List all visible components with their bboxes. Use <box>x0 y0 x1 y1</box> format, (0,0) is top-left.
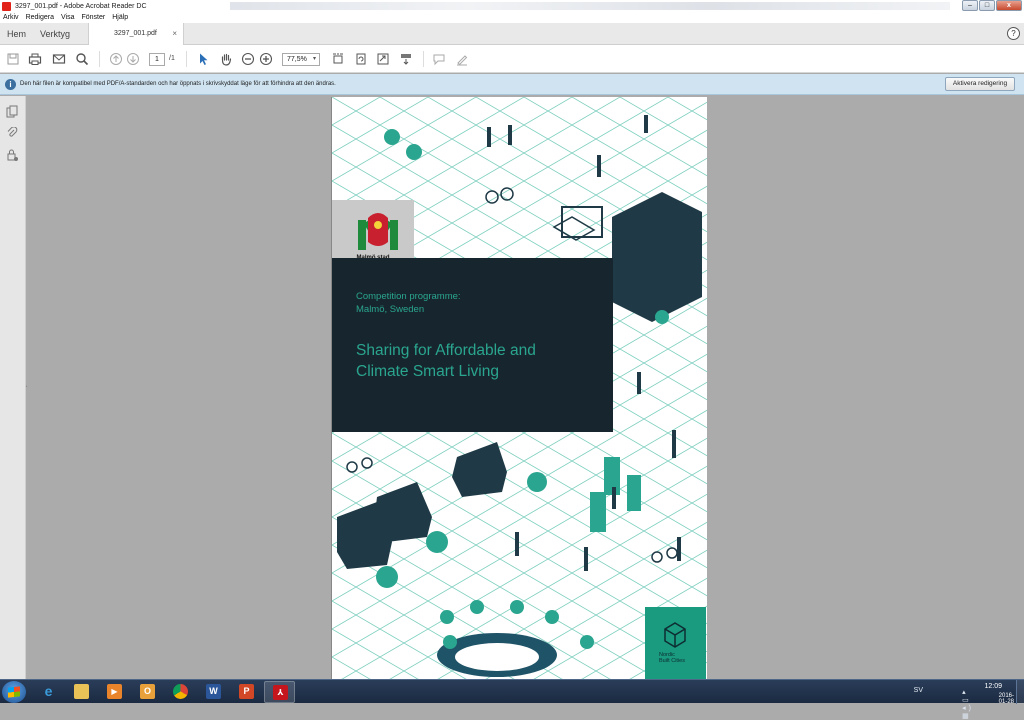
internet-explorer-icon: e <box>44 683 53 699</box>
page-number-input[interactable]: 1 <box>149 53 165 66</box>
zoom-level-select[interactable]: 77,5% ▾ <box>282 53 320 66</box>
tab-bar: Hem Verktyg 3297_001.pdf × ? <box>0 23 1024 45</box>
taskbar-word[interactable]: W <box>198 681 229 703</box>
cover-kicker: Competition programme: <box>356 291 461 302</box>
menu-fonster[interactable]: Fönster <box>81 14 105 21</box>
taskbar-file-explorer[interactable] <box>66 681 97 703</box>
sign-pen-icon[interactable] <box>455 52 469 66</box>
acrobat-app-icon <box>2 1 11 11</box>
taskbar-outlook[interactable]: O <box>132 681 163 703</box>
maximize-button[interactable]: □ <box>979 0 995 11</box>
word-icon: W <box>206 684 221 699</box>
tab-document-label: 3297_001.pdf <box>114 30 157 37</box>
cover-headline: Sharing for Affordable and Climate Smart… <box>356 340 606 382</box>
cover-headline-line2: Climate Smart Living <box>356 363 499 380</box>
pdf-page[interactable]: Malmö stad Competition programme: Malmö,… <box>331 97 707 680</box>
hand-tool-icon[interactable] <box>219 52 233 66</box>
zoom-in-icon[interactable] <box>259 52 273 66</box>
next-page-icon[interactable] <box>126 52 140 66</box>
scroll-mode-icon[interactable] <box>399 52 413 66</box>
page-thumbnails-icon[interactable] <box>6 105 19 118</box>
pdfa-info-bar: i Den här filen är kompatibel med PDF/A-… <box>0 74 1024 95</box>
nbc-line2: Built Cities <box>659 658 685 664</box>
attachments-icon[interactable] <box>6 126 19 140</box>
tab-home[interactable]: Hem <box>7 29 26 39</box>
taskbar-chrome[interactable] <box>165 681 196 703</box>
chrome-icon <box>173 684 188 699</box>
folder-icon <box>74 684 89 699</box>
cover-location: Malmö, Sweden <box>356 304 425 315</box>
tab-close-icon[interactable]: × <box>172 29 177 38</box>
menu-hjalp[interactable]: Hjälp <box>112 14 128 21</box>
taskbar-media-player[interactable]: ▶ <box>99 681 130 703</box>
menu-redigera[interactable]: Redigera <box>26 14 54 21</box>
tray-icons[interactable]: ▴ ▭ ◂) ▦ <box>962 688 974 720</box>
zoom-out-icon[interactable] <box>241 52 255 66</box>
play-icon: ▶ <box>107 684 122 699</box>
close-button[interactable]: x <box>996 0 1022 11</box>
nordic-built-cities-logo <box>645 607 706 680</box>
menu-visa[interactable]: Visa <box>61 14 75 21</box>
signatures-icon[interactable] <box>6 149 19 162</box>
select-cursor-icon[interactable] <box>196 52 210 66</box>
clock-date[interactable]: 2016-01-28 <box>999 693 1014 705</box>
window-controls: – □ x <box>962 0 1022 11</box>
show-desktop-button[interactable] <box>1016 680 1024 704</box>
taskbar-acrobat[interactable]: ⅄ <box>264 681 295 703</box>
page-total: /1 <box>169 55 175 62</box>
rotate-page-icon[interactable] <box>354 52 368 66</box>
windows-logo-icon <box>8 686 20 698</box>
chevron-down-icon: ▾ <box>312 56 316 62</box>
tab-document[interactable]: 3297_001.pdf × <box>88 23 184 45</box>
previous-page-icon[interactable] <box>109 52 123 66</box>
tab-tools[interactable]: Verktyg <box>40 29 70 39</box>
left-navigation-pane <box>0 96 26 679</box>
print-icon[interactable] <box>28 52 42 66</box>
save-icon[interactable] <box>6 52 20 66</box>
email-icon[interactable] <box>52 52 66 66</box>
title-bar: 3297_001.pdf - Adobe Acrobat Reader DC –… <box>0 0 1024 12</box>
window-title: 3297_001.pdf - Adobe Acrobat Reader DC <box>15 2 147 10</box>
clock-time[interactable]: 12:09 <box>984 683 1002 690</box>
zoom-level-value: 77,5% <box>287 56 307 63</box>
help-icon[interactable]: ? <box>1007 27 1020 40</box>
cover-headline-line1: Sharing for Affordable and <box>356 342 536 359</box>
fit-page-icon[interactable] <box>331 52 345 66</box>
start-button[interactable] <box>2 681 26 703</box>
blurred-background-title <box>230 2 950 10</box>
menu-arkiv[interactable]: Arkiv <box>3 14 19 21</box>
enable-editing-button[interactable]: Aktivera redigering <box>945 77 1015 91</box>
info-icon: i <box>5 79 16 90</box>
full-screen-icon[interactable] <box>376 52 390 66</box>
minimize-button[interactable]: – <box>962 0 978 11</box>
comment-icon[interactable] <box>432 52 446 66</box>
acrobat-icon: ⅄ <box>273 685 288 700</box>
taskbar-internet-explorer[interactable]: e <box>33 681 64 703</box>
info-message: Den här filen är kompatibel med PDF/A-st… <box>20 81 336 87</box>
language-indicator[interactable]: SV <box>914 687 923 694</box>
powerpoint-icon: P <box>239 684 254 699</box>
search-icon[interactable] <box>75 52 89 66</box>
taskbar-powerpoint[interactable]: P <box>231 681 262 703</box>
nordic-built-cities-icon <box>664 622 686 648</box>
menu-bar: Arkiv Redigera Visa Fönster Hjälp <box>0 12 1024 23</box>
windows-taskbar: e ▶ O W P ⅄ SV ▴ ▭ ◂) ▦ 12:09 2016-01-28 <box>0 679 1024 720</box>
toolbar: 1 /1 77,5% ▾ <box>0 45 1024 73</box>
outlook-icon: O <box>140 684 155 699</box>
acrobat-window: 3297_001.pdf - Adobe Acrobat Reader DC –… <box>0 0 1024 720</box>
nordic-built-cities-label: Nordic Built Cities <box>659 652 685 664</box>
